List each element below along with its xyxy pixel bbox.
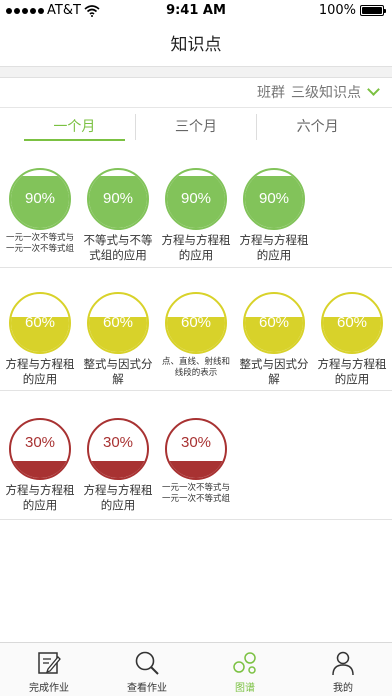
battery-icon [360, 5, 386, 16]
graph-icon [233, 652, 256, 674]
mastery-percent: 90% [258, 190, 290, 207]
mastery-gauge: 60% [87, 292, 149, 354]
mastery-gauge: 60% [321, 292, 383, 354]
mastery-gauge: 60% [243, 292, 305, 354]
mastery-percent: 60% [102, 314, 134, 331]
battery-status: 100% [318, 3, 386, 18]
tab-six-months[interactable]: 六个月 [256, 114, 378, 140]
mastery-percent: 60% [24, 314, 56, 331]
tabbar-label: 完成作业 [29, 683, 69, 694]
knowledge-point-item[interactable]: 60% 整式与因式分解 [238, 292, 310, 387]
knowledge-point-label: 方程与方程租的应用 [5, 357, 75, 386]
mastery-gauge: 90% [87, 168, 149, 230]
knowledge-point-label: 一元一次不等式与一元一次不等式组 [5, 233, 74, 254]
mastery-percent: 60% [258, 314, 290, 331]
battery-percent: 100% [318, 3, 356, 18]
knowledge-point-item[interactable]: 90% 方程与方程租的应用 [238, 168, 310, 263]
chevron-down-icon [367, 83, 380, 96]
knowledge-point-label: 点、直线、射线和线段的表示 [161, 357, 230, 378]
mastery-percent: 90% [24, 190, 56, 207]
tabbar-item-graph[interactable]: 图谱 [196, 643, 294, 696]
mastery-gauge: 90% [165, 168, 227, 230]
mastery-gauge: 90% [9, 168, 71, 230]
tab-one-month[interactable]: 一个月 [14, 114, 135, 141]
knowledge-point-item[interactable]: 60% 点、直线、射线和线段的表示 [160, 292, 232, 379]
knowledge-point-item[interactable]: 30% 方程与方程租的应用 [82, 418, 154, 513]
knowledge-point-label: 方程与方程租的应用 [161, 233, 231, 262]
filter-dropdown[interactable]: 班群 三级知识点 [257, 82, 380, 102]
mastery-gauge: 60% [9, 292, 71, 354]
mastery-gauge: 60% [165, 292, 227, 354]
mastery-gauge: 30% [87, 418, 149, 480]
search-icon [135, 651, 159, 675]
knowledge-point-label: 整式与因式分解 [239, 357, 309, 386]
mastery-percent: 30% [180, 434, 212, 451]
mastery-percent: 60% [336, 314, 368, 331]
mastery-percent: 30% [24, 434, 56, 451]
status-bar: AT&T 9:41 AM 100% [0, 0, 392, 22]
knowledge-point-item[interactable]: 90% 一元一次不等式与一元一次不等式组 [4, 168, 76, 255]
knowledge-point-label: 方程与方程租的应用 [83, 483, 153, 512]
tabbar-item-view-homework[interactable]: 查看作业 [98, 643, 196, 696]
mastery-gauge: 30% [9, 418, 71, 480]
knowledge-point-item[interactable]: 30% 一元一次不等式与一元一次不等式组 [160, 418, 232, 505]
page-title: 知识点 [170, 35, 222, 55]
knowledge-point-label: 方程与方程租的应用 [5, 483, 75, 512]
knowledge-point-item[interactable]: 60% 方程与方程租的应用 [4, 292, 76, 387]
person-icon [332, 651, 354, 676]
mastery-gauge: 90% [243, 168, 305, 230]
knowledge-point-label: 方程与方程租的应用 [239, 233, 309, 262]
tabbar-label: 查看作业 [127, 683, 167, 694]
tabbar-item-mine[interactable]: 我的 [294, 643, 392, 696]
filter-class: 班群 [257, 85, 285, 101]
tabbar-label: 我的 [333, 683, 353, 694]
knowledge-point-item[interactable]: 60% 方程与方程租的应用 [316, 292, 388, 387]
bottom-tab-bar: 完成作业 查看作业 图谱 我的 [0, 642, 392, 696]
knowledge-point-item[interactable]: 90% 不等式与不等式组的应用 [82, 168, 154, 263]
period-tabs: 一个月 三个月 六个月 [14, 114, 378, 141]
mastery-gauge-fill [11, 460, 69, 478]
mastery-gauge: 30% [165, 418, 227, 480]
mastery-percent: 30% [102, 434, 134, 451]
knowledge-point-item[interactable]: 90% 方程与方程租的应用 [160, 168, 232, 263]
edit-icon [38, 652, 61, 674]
knowledge-point-item[interactable]: 60% 整式与因式分解 [82, 292, 154, 387]
knowledge-point-label: 方程与方程租的应用 [317, 357, 387, 386]
mastery-percent: 60% [180, 314, 212, 331]
mastery-percent: 90% [180, 190, 212, 207]
knowledge-point-item[interactable]: 30% 方程与方程租的应用 [4, 418, 76, 513]
mastery-gauge-fill [167, 460, 225, 478]
filter-level: 三级知识点 [291, 85, 361, 101]
tabbar-item-complete-homework[interactable]: 完成作业 [0, 643, 98, 696]
mastery-percent: 90% [102, 190, 134, 207]
knowledge-point-label: 不等式与不等式组的应用 [83, 233, 153, 262]
header-separator [0, 66, 392, 78]
knowledge-point-label: 一元一次不等式与一元一次不等式组 [161, 483, 230, 504]
tabbar-label: 图谱 [235, 683, 255, 694]
knowledge-point-label: 整式与因式分解 [83, 357, 153, 386]
divider [0, 107, 392, 108]
mastery-gauge-fill [89, 460, 147, 478]
tab-three-months[interactable]: 三个月 [134, 114, 257, 140]
